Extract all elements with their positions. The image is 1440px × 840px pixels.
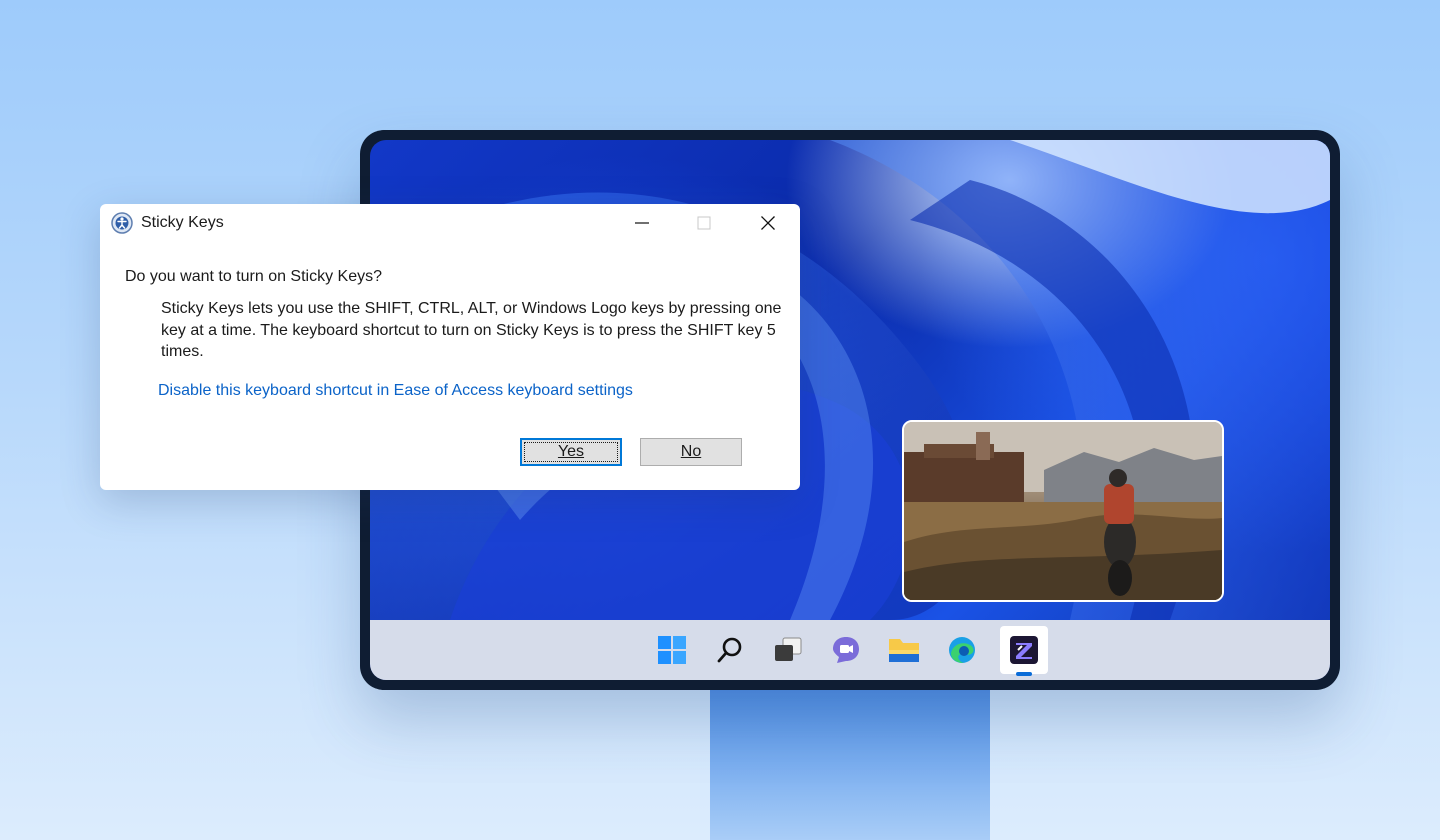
task-view-icon[interactable] (768, 630, 808, 670)
maximize-button (674, 204, 734, 242)
edge-browser-icon[interactable] (942, 630, 982, 670)
minimize-button[interactable] (612, 204, 672, 242)
monitor-stand (710, 688, 990, 840)
file-explorer-icon[interactable] (884, 630, 924, 670)
no-button[interactable]: No (640, 438, 742, 466)
search-icon[interactable] (710, 630, 750, 670)
teams-chat-icon[interactable] (826, 630, 866, 670)
sticky-keys-dialog: Sticky Keys Do you want to turn on Stick… (100, 204, 800, 490)
minimize-icon (635, 222, 649, 224)
close-icon (761, 216, 775, 230)
game-preview-thumbnail[interactable] (902, 420, 1224, 602)
close-button[interactable] (738, 204, 798, 242)
game-scene-image (904, 422, 1222, 600)
dialog-title: Sticky Keys (141, 214, 224, 231)
dialog-description: Sticky Keys lets you use the SHIFT, CTRL… (161, 300, 782, 360)
taskbar (370, 620, 1330, 680)
yes-button[interactable]: Yes (520, 438, 622, 466)
maximize-icon (697, 216, 711, 230)
windows-start-icon[interactable] (652, 630, 692, 670)
ease-of-access-icon (111, 212, 133, 234)
app-icon[interactable] (1000, 626, 1048, 676)
dialog-titlebar[interactable]: Sticky Keys (100, 204, 800, 242)
ease-of-access-settings-link[interactable]: Disable this keyboard shortcut in Ease o… (158, 382, 633, 400)
active-app-indicator (1016, 672, 1032, 676)
dialog-question: Do you want to turn on Sticky Keys? (125, 268, 383, 285)
